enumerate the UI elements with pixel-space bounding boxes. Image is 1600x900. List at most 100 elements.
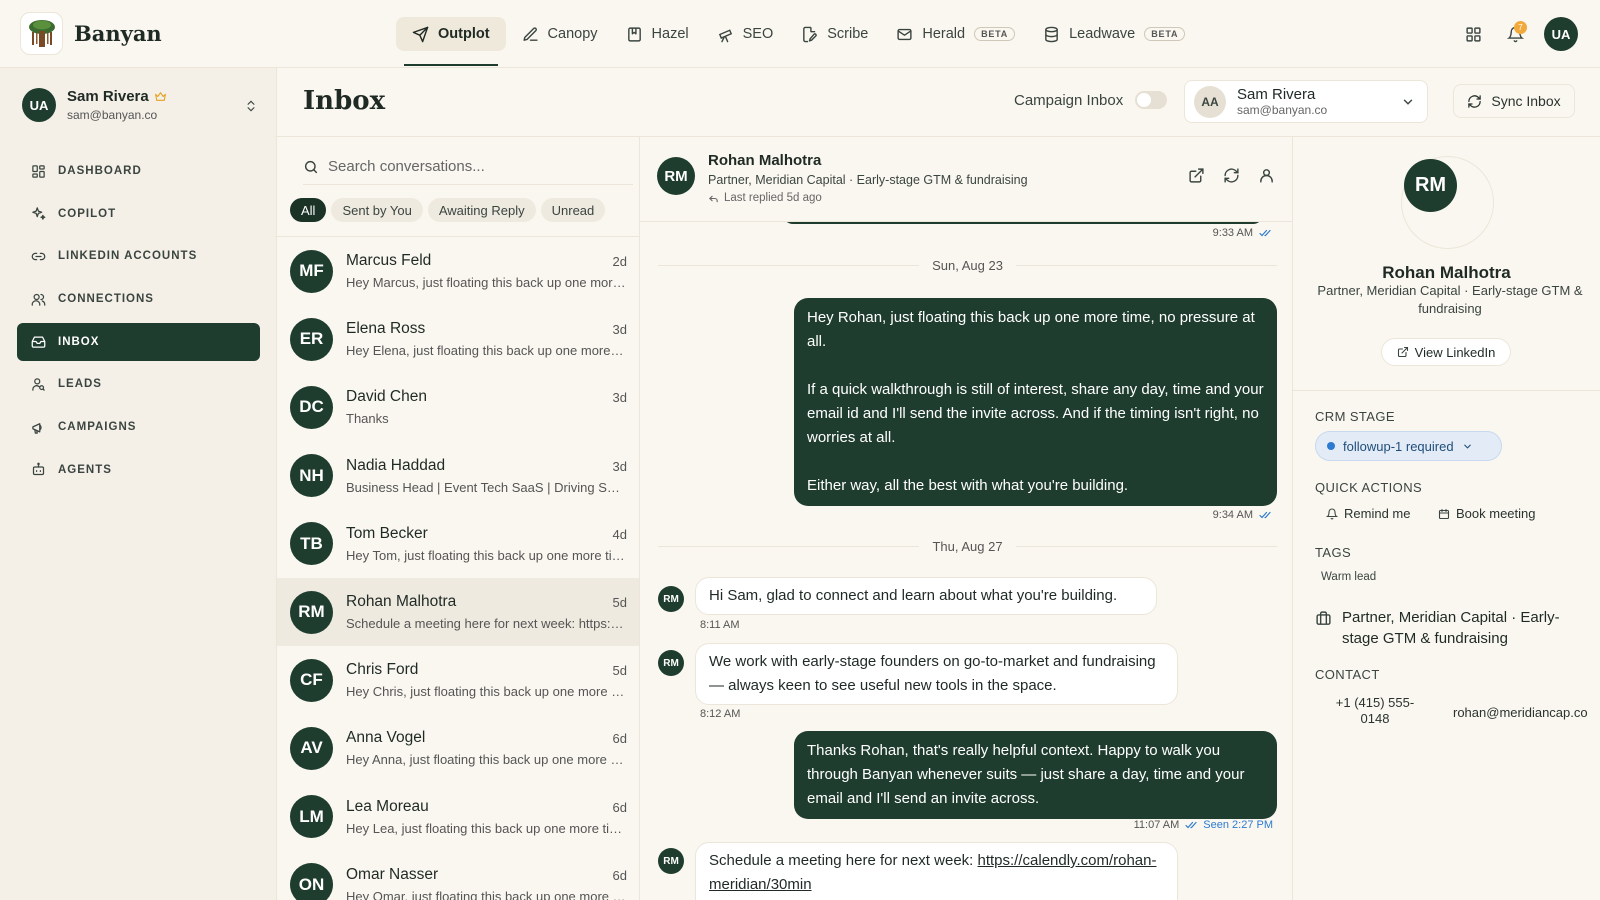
- banyan-tree-icon: [20, 12, 63, 55]
- avatar: RM: [658, 650, 684, 676]
- tab-outplot[interactable]: Outplot: [396, 17, 506, 66]
- filter-awaiting-reply[interactable]: Awaiting Reply: [427, 198, 536, 222]
- list-item[interactable]: RM Rohan Malhotra Schedule a meeting here…: [277, 577, 639, 647]
- list-item[interactable]: MF Marcus Feld Hey Marcus, just floating …: [277, 237, 639, 305]
- top-bar: Banyan Outplot Canopy Hazel SEO Scribe H…: [0, 0, 1600, 68]
- experience-item: Partner, Meridian Capital · Early-stage …: [1315, 607, 1582, 649]
- list-item[interactable]: ER Elena Ross Hey Elena, just floating th…: [277, 305, 639, 373]
- search-input[interactable]: Search conversations...: [303, 157, 633, 185]
- notifications-button[interactable]: 7: [1498, 17, 1532, 51]
- tab-label: SEO: [742, 26, 774, 42]
- grid-icon: [1465, 26, 1482, 43]
- contact-name: Rohan Malhotra: [346, 593, 457, 611]
- timestamp: 4d: [612, 526, 627, 542]
- sidebar-item-copilot[interactable]: COPILOT: [17, 195, 260, 233]
- tab-herald[interactable]: Herald BETA: [884, 17, 1027, 51]
- tags-label: TAGS: [1315, 545, 1352, 560]
- tab-scribe[interactable]: Scribe: [789, 17, 880, 51]
- sidebar-item-campaigns[interactable]: CAMPAIGNS: [17, 408, 260, 446]
- filter-sent-by-you[interactable]: Sent by You: [331, 198, 423, 222]
- list-item[interactable]: AV Anna Vogel Hey Anna, just floating thi…: [277, 714, 639, 782]
- list-item[interactable]: LM Lea Moreau Hey Lea, just floating this…: [277, 783, 639, 851]
- sidebar-item-label: COPILOT: [58, 207, 117, 220]
- view-linkedin-button[interactable]: View LinkedIn: [1381, 338, 1511, 366]
- list-item[interactable]: NH Nadia Haddad Business Head | Event Tec…: [277, 442, 639, 510]
- sidebar-item-leads[interactable]: LEADS: [17, 365, 260, 403]
- book-icon: [626, 26, 652, 43]
- last-replied: Last replied 5d ago: [708, 192, 822, 204]
- list-item[interactable]: CF Chris Ford Hey Chris, just floating th…: [277, 646, 639, 714]
- sidebar-item-label: LEADS: [58, 378, 102, 391]
- sync-inbox-label: Sync Inbox: [1491, 93, 1561, 109]
- avatar: RM: [658, 586, 684, 612]
- avatar: RM: [290, 590, 333, 634]
- account-select[interactable]: AA Sam Rivera sam@banyan.co: [1184, 80, 1428, 123]
- message-preview: Business Head | Event Tech SaaS | Drivin…: [346, 479, 626, 495]
- user-avatar[interactable]: UA: [1544, 17, 1578, 51]
- book-meeting-button[interactable]: Book meeting: [1438, 506, 1536, 521]
- open-external-button[interactable]: [1188, 167, 1205, 184]
- contact-name: Marcus Feld: [346, 252, 432, 270]
- double-check-icon: [1259, 228, 1273, 238]
- edit-icon: [522, 26, 548, 43]
- crm-stage-select[interactable]: followup-1 required: [1315, 431, 1502, 461]
- phone-number[interactable]: +1 (415) 555-0148: [1333, 695, 1417, 727]
- tab-canopy[interactable]: Canopy: [510, 17, 610, 51]
- sidebar-item-inbox[interactable]: INBOX: [17, 322, 260, 361]
- tag-chip[interactable]: Warm lead: [1321, 571, 1376, 583]
- tab-hazel[interactable]: Hazel: [614, 17, 701, 51]
- date-text: Thu, Aug 27: [932, 539, 1003, 554]
- external-link-icon: [1188, 167, 1205, 184]
- email-address[interactable]: rohan@meridiancap.co: [1453, 705, 1588, 720]
- message-preview: Schedule a meeting here for next week: h…: [346, 616, 626, 632]
- contact-name: Nadia Haddad: [346, 456, 446, 474]
- logo[interactable]: Banyan: [20, 12, 162, 55]
- avatar: CF: [290, 658, 333, 702]
- contact-name: Anna Vogel: [346, 729, 426, 747]
- crm-stage-value: followup-1 required: [1343, 438, 1454, 454]
- timestamp: 6d: [612, 799, 627, 815]
- message-paragraph: Hey Rohan, just floating this back up on…: [807, 309, 1255, 350]
- top-right-actions: 7 UA: [1448, 17, 1578, 51]
- user-icon: [1258, 167, 1275, 184]
- chevron-down-icon: [1401, 95, 1415, 109]
- tab-label: Outplot: [438, 26, 490, 42]
- tab-label: Herald: [922, 26, 966, 42]
- list-item[interactable]: TB Tom Becker Hey Tom, just floating this…: [277, 510, 639, 578]
- tab-leadwave[interactable]: Leadwave BETA: [1031, 17, 1197, 51]
- message-timestamp: 9:34 AM: [1213, 509, 1273, 521]
- apps-grid-button[interactable]: [1456, 17, 1490, 51]
- sidebar-item-agents[interactable]: AGENTS: [17, 451, 260, 489]
- list-item[interactable]: ON Omar Nasser Hey Omar, just floating th…: [277, 851, 639, 900]
- account-switcher[interactable]: UA Sam Rivera sam@banyan.co: [22, 88, 258, 122]
- view-linkedin-label: View LinkedIn: [1414, 344, 1496, 360]
- send-icon: [412, 26, 438, 43]
- sidebar-item-connections[interactable]: CONNECTIONS: [17, 280, 260, 318]
- contact-name: Omar Nasser: [346, 865, 439, 883]
- remind-me-button[interactable]: Remind me: [1326, 506, 1410, 521]
- refresh-icon: [1467, 94, 1491, 109]
- contact-details-panel: RM Rohan Malhotra Partner, Meridian Capi…: [1293, 137, 1600, 900]
- user-name: Sam Rivera: [67, 88, 149, 105]
- contact-headline: Partner, Meridian Capital · Early-stage …: [1317, 283, 1583, 316]
- message-timestamp: 11:07 AM Seen 2:27 PM: [1134, 819, 1273, 831]
- list-item[interactable]: DC David Chen Thanks 3d: [277, 373, 639, 441]
- contact-profile-button[interactable]: [1258, 167, 1275, 184]
- sidebar-item-dashboard[interactable]: DASHBOARD: [17, 152, 260, 190]
- refresh-thread-button[interactable]: [1223, 167, 1240, 184]
- message-bubble-outgoing: Hey Rohan, just floating this back up on…: [794, 298, 1277, 506]
- telescope-icon: [717, 26, 743, 43]
- message-text: Schedule a meeting here for next week:: [709, 852, 974, 869]
- tab-seo[interactable]: SEO: [705, 17, 786, 51]
- message-bubble-outgoing: Thanks Rohan, that's really helpful cont…: [794, 731, 1277, 819]
- contact-headline: Partner, Meridian Capital · Early-stage …: [708, 173, 1028, 187]
- calendar-icon: [1438, 508, 1456, 520]
- quick-actions-label: QUICK ACTIONS: [1315, 480, 1423, 495]
- sync-inbox-button[interactable]: Sync Inbox: [1453, 84, 1575, 118]
- filter-unread[interactable]: Unread: [540, 198, 606, 222]
- campaign-inbox-toggle[interactable]: [1135, 91, 1168, 109]
- briefcase-icon: [1315, 607, 1342, 649]
- filter-all[interactable]: All: [290, 198, 327, 222]
- contact-name: Rohan Malhotra: [1382, 263, 1511, 282]
- sidebar-item-linkedin-accounts[interactable]: LINKEDIN ACCOUNTS: [17, 237, 260, 275]
